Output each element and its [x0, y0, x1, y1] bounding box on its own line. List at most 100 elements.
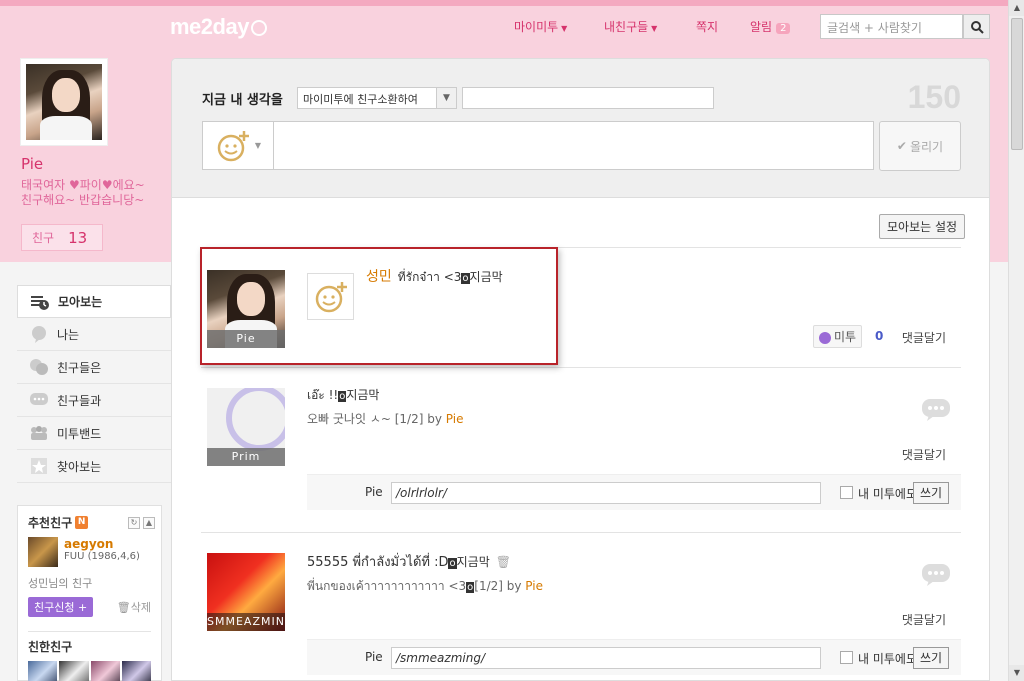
smiley-plus-icon	[315, 281, 347, 312]
chat-dots-icon	[29, 391, 49, 409]
post-textarea[interactable]	[274, 121, 874, 170]
notification-badge: 2	[776, 23, 791, 34]
caret-down-icon: ▼	[651, 24, 658, 33]
reply-link[interactable]: 댓글달기	[902, 329, 946, 346]
side-item-explore[interactable]: 찾아보는	[17, 450, 171, 483]
recommend-avatar[interactable]	[28, 537, 58, 567]
profile-name[interactable]: Pie	[21, 155, 43, 173]
friend-request-button[interactable]: 친구신청 +	[28, 597, 94, 617]
scroll-down-arrow-icon[interactable]: ▼	[1009, 665, 1024, 681]
post-meta: 오빠 굿나잇 ㅅ~ [1/2] by Pie	[307, 412, 464, 426]
post-meta: พี่นกของเค้าาาาาาาาาาาา <3o[1/2] by Pie	[307, 579, 543, 593]
search-button[interactable]	[963, 14, 990, 39]
post-avatar[interactable]: Pie	[207, 270, 285, 348]
also-my-me2day-checkbox[interactable]	[840, 486, 853, 499]
logo-bubble-icon	[250, 20, 267, 37]
scroll-up-arrow-icon[interactable]: ▲	[1009, 0, 1024, 16]
char-counter: 150	[907, 79, 961, 115]
close-friend-avatar[interactable]	[28, 661, 58, 681]
trash-icon: 🗑	[116, 601, 131, 614]
comment-bubble-icon[interactable]	[921, 563, 951, 587]
write-button[interactable]: 쓰기	[913, 647, 949, 669]
post-author[interactable]: 성민	[366, 269, 392, 285]
post-text: เอ๊ะ !!	[307, 388, 339, 402]
refresh-icon[interactable]: ↻	[128, 517, 140, 529]
speech-bubble-icon	[29, 325, 49, 343]
emoticon-picker[interactable]: ▼	[202, 121, 274, 170]
post-emoticon	[307, 273, 354, 320]
metoo-count[interactable]: 0	[875, 329, 883, 343]
checkbox-label: 내 미투에도	[858, 652, 918, 666]
nav-notifications[interactable]: 알림 2	[750, 18, 791, 35]
nav-my-me2day[interactable]: 마이미투 ▼	[514, 18, 567, 35]
recommend-friends-panel: 추천친구 N ↻ ▲ aegyon FUU (1986,4,6) 성민님의 친구 …	[17, 505, 162, 681]
reply-link[interactable]: 댓글달기	[902, 446, 946, 463]
scroll-thumb[interactable]	[1011, 18, 1023, 150]
recommend-title: 추천친구	[28, 516, 73, 530]
chevron-down-icon: ▼	[436, 88, 456, 108]
collapse-icon[interactable]: ▲	[143, 517, 155, 529]
main-panel: 지금 내 생각을 마이미투에 친구소환하여 ▼ 150 ▼ ✔ 올리기 모아보는 설…	[171, 58, 990, 681]
divider	[201, 247, 961, 248]
feed-settings-button[interactable]: 모아보는 설정	[879, 214, 966, 239]
comment-bubble-icon[interactable]	[921, 398, 951, 422]
page-scrollbar[interactable]: ▲ ▼	[1008, 0, 1024, 681]
divider	[201, 367, 961, 368]
nav-messages[interactable]: 쪽지	[696, 18, 718, 35]
close-friend-avatar[interactable]	[59, 661, 89, 681]
checkbox-label: 내 미투에도	[858, 487, 918, 501]
me2day-logo[interactable]: me2day	[170, 14, 267, 40]
delete-recommend-button[interactable]: 🗑삭제	[117, 599, 151, 615]
post-body: 성민 ที่รักจ๋าา <3o지금막	[366, 266, 926, 287]
also-my-me2day-checkbox[interactable]	[840, 651, 853, 664]
side-item-with-friends[interactable]: 친구들과	[17, 384, 171, 417]
post-time[interactable]: 지금막	[346, 388, 379, 402]
side-item-feed[interactable]: 모아보는	[17, 285, 171, 318]
write-button[interactable]: 쓰기	[913, 482, 949, 504]
meta-author-link[interactable]: Pie	[446, 412, 464, 426]
side-item-me2band[interactable]: 미투밴드	[17, 417, 171, 450]
smiley-plus-icon	[217, 130, 249, 161]
divider	[201, 532, 961, 533]
side-item-me[interactable]: 나는	[17, 318, 171, 351]
summon-select[interactable]: 마이미투에 친구소환하여 ▼	[297, 87, 457, 109]
close-friends-title: 친한친구	[28, 631, 151, 655]
meta-author-link[interactable]: Pie	[525, 579, 543, 593]
comment-form: Pie /olrlrlolr/ 내 미투에도 쓰기	[307, 474, 961, 510]
reply-link[interactable]: 댓글달기	[902, 611, 946, 628]
recommend-name[interactable]: aegyon	[64, 537, 140, 551]
side-menu: 모아보는 나는 친구들은 친구들과 미투밴드 찾아보는	[17, 285, 171, 483]
post-avatar[interactable]: SMMEAZMIN	[207, 553, 285, 631]
post-body: เอ๊ะ !!o지금막 오빠 굿나잇 ㅅ~ [1/2] by Pie	[307, 386, 867, 427]
avatar-label: SMMEAZMIN	[207, 613, 285, 631]
new-badge: N	[75, 516, 89, 529]
submit-post-button[interactable]: ✔ 올리기	[879, 121, 961, 171]
tag-marker: o	[461, 273, 470, 284]
comment-author: Pie	[365, 650, 383, 664]
group-icon	[29, 424, 49, 442]
close-friend-avatar[interactable]	[121, 661, 151, 681]
caret-down-icon: ▼	[561, 24, 568, 33]
post-time[interactable]: 지금막	[457, 555, 490, 569]
tag-input[interactable]	[462, 87, 714, 109]
close-friend-avatar[interactable]	[90, 661, 120, 681]
profile-photo[interactable]	[20, 58, 108, 146]
recommend-note: 성민님의 친구	[28, 577, 93, 590]
post-time[interactable]: 지금막	[470, 270, 503, 284]
trash-icon[interactable]: 🗑	[496, 555, 511, 569]
recommend-sub: FUU (1986,4,6)	[64, 551, 140, 562]
post-avatar[interactable]: Prim	[207, 388, 285, 466]
metoo-button[interactable]: 미투	[813, 325, 863, 348]
clock-stack-icon	[30, 293, 50, 311]
side-item-friends-are[interactable]: 친구들은	[17, 351, 171, 384]
post-text: ที่รักจ๋าา <3	[397, 270, 462, 284]
profile-bio: 태국여자 ♥파이♥에요~ 친구해요~ 반갑습니당~	[21, 178, 145, 207]
search-input[interactable]: 글검색 + 사람찾기	[820, 14, 963, 39]
composer-label: 지금 내 생각을	[202, 93, 283, 108]
comment-input[interactable]: /olrlrlolr/	[391, 482, 821, 504]
tag-marker: o	[448, 558, 457, 569]
post-composer: 지금 내 생각을 마이미투에 친구소환하여 ▼ 150 ▼ ✔ 올리기	[172, 59, 989, 198]
nav-my-friends[interactable]: 내친구들 ▼	[604, 18, 657, 35]
friend-count[interactable]: 친구 13	[21, 224, 103, 251]
comment-input[interactable]: /smmeazming/	[391, 647, 821, 669]
